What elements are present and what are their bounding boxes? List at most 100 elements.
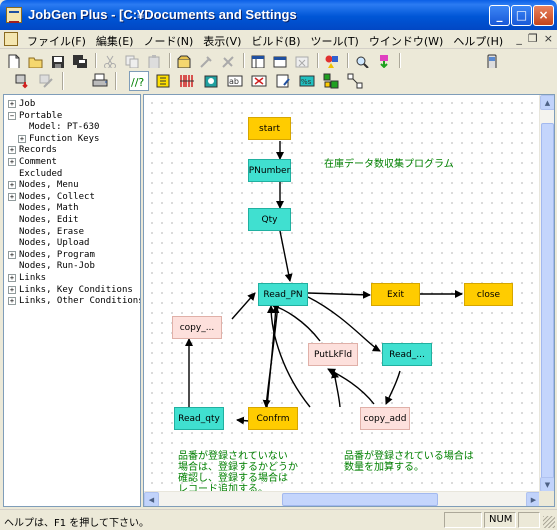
expand-icon[interactable]: + [8, 100, 16, 108]
tree-item-label: Nodes, Upload [19, 238, 90, 249]
tree-item[interactable]: Model: PT-630 [18, 121, 99, 133]
program-node-icon[interactable]: %s [297, 71, 317, 91]
tree-item[interactable]: + Links, Other Conditions [8, 295, 140, 307]
expand-icon[interactable]: + [8, 192, 16, 201]
menu-node-icon[interactable] [153, 71, 173, 91]
collect-node-icon[interactable] [177, 71, 197, 91]
expand-icon[interactable]: + [8, 274, 16, 282]
node-putlkfld[interactable]: PutLkFld [308, 343, 358, 366]
tree-item-label: Links [19, 273, 47, 283]
menu-item-7[interactable]: ヘルプ(H) [448, 33, 508, 49]
menu-item-3[interactable]: 表示(V) [198, 33, 246, 49]
tree-item-label: Nodes, Menu [19, 180, 79, 191]
tree-item-label: Comment [19, 157, 57, 167]
tree-item-label: Records [19, 145, 57, 156]
link-node-icon[interactable] [345, 71, 365, 91]
tree-item[interactable]: + Job [8, 98, 35, 110]
app-icon[interactable] [6, 7, 22, 23]
menu-item-1[interactable]: 編集(E) [91, 33, 139, 49]
maximize-button[interactable]: □ [511, 5, 532, 26]
tree-item[interactable]: + Links, Key Conditions [8, 284, 133, 296]
vertical-scrollbar[interactable]: ▲ ▼ [539, 95, 554, 492]
vertical-scroll-thumb[interactable] [541, 123, 554, 491]
menu-item-2[interactable]: ノード(N) [138, 33, 198, 49]
node-qty[interactable]: Qty [248, 208, 291, 231]
mdi-minimize-button[interactable]: _ [516, 32, 522, 45]
status-num: NUM [484, 512, 516, 528]
svg-text:%s: %s [301, 78, 312, 86]
expand-icon[interactable]: + [8, 158, 16, 166]
expand-icon[interactable]: + [8, 297, 16, 306]
tree-item-label: Portable [19, 110, 63, 121]
node-pnumber[interactable]: PNumber [248, 159, 291, 182]
tool-icon[interactable] [36, 71, 56, 91]
download-icon[interactable] [12, 71, 32, 91]
node-copy-add[interactable]: copy_add [360, 407, 410, 430]
tree-item[interactable]: Nodes, Edit [8, 214, 79, 226]
document-icon[interactable] [4, 32, 18, 46]
node-read-qty[interactable]: Read_qty [174, 407, 224, 430]
node-read-dots[interactable]: Read_... [382, 343, 432, 366]
expand-icon[interactable]: + [8, 285, 16, 294]
tree-item-label: Job [19, 99, 36, 109]
link-putlkfld-readpn-2 [271, 303, 321, 342]
tree-item[interactable]: − Portable [8, 110, 62, 122]
tree-item[interactable]: Nodes, Run-Job [8, 260, 95, 272]
link-readdots-copyadd [385, 370, 401, 405]
collapse-icon[interactable]: − [8, 111, 16, 120]
tree-item[interactable]: + Nodes, Collect [8, 191, 95, 203]
node-close[interactable]: close [464, 283, 513, 306]
condition-icon[interactable]: //? [129, 71, 149, 91]
tree-item[interactable]: + Function Keys [18, 133, 99, 145]
scroll-left-button[interactable]: ◀ [144, 492, 159, 506]
erase-node-icon[interactable] [249, 71, 269, 91]
scroll-corner [539, 491, 554, 506]
upload-node-icon[interactable] [273, 71, 293, 91]
node-exit[interactable]: Exit [371, 283, 420, 306]
node-copy[interactable]: copy_... [172, 316, 222, 339]
tree-item-label: Nodes, Edit [19, 215, 79, 225]
print-icon[interactable] [90, 71, 110, 91]
minimize-button[interactable]: _ [489, 5, 510, 26]
scroll-down-button[interactable]: ▼ [540, 477, 554, 492]
expand-icon[interactable]: + [8, 181, 16, 190]
tree-item[interactable]: Nodes, Math [8, 202, 79, 214]
runjob-node-icon[interactable] [321, 71, 341, 91]
mdi-restore-button[interactable]: ❐ [528, 32, 538, 45]
link-qty-readpn [279, 230, 293, 282]
scroll-up-button[interactable]: ▲ [540, 95, 554, 110]
tree-item[interactable]: + Links [8, 272, 46, 284]
link-readpn-exit [307, 290, 371, 299]
expand-icon[interactable]: + [18, 134, 26, 143]
resize-grip[interactable] [543, 516, 555, 528]
program-title-note: 在庫データ数収集プログラム [324, 159, 454, 170]
tree-item[interactable]: Nodes, Erase [8, 226, 84, 238]
expand-icon[interactable]: + [8, 250, 16, 259]
tree-item-label: Function Keys [29, 133, 100, 144]
tree-item[interactable]: + Nodes, Menu [8, 179, 79, 191]
expand-icon[interactable]: + [8, 146, 16, 155]
close-button[interactable]: × [533, 5, 554, 26]
job-tree[interactable]: + Job − Portable Model: PT-630 + Function Keys… [3, 94, 141, 507]
horizontal-scrollbar[interactable]: ◀ ▶ [144, 491, 541, 506]
mdi-close-button[interactable]: × [544, 32, 553, 45]
tree-item[interactable]: + Records [8, 144, 57, 156]
node-confrm[interactable]: Confrm [248, 407, 298, 430]
node-read-pn[interactable]: Read_PN [258, 283, 308, 306]
status-pane-1 [444, 512, 482, 528]
link-confrm-putlkfld [331, 370, 341, 408]
math-node-icon[interactable] [201, 71, 221, 91]
menu-item-5[interactable]: ツール(T) [306, 33, 364, 49]
menu-item-4[interactable]: ビルド(B) [246, 33, 305, 49]
tree-item[interactable]: Excluded [8, 168, 62, 180]
horizontal-scroll-thumb[interactable] [282, 493, 438, 506]
menu-item-0[interactable]: ファイル(F) [22, 33, 91, 49]
tree-item[interactable]: + Comment [8, 156, 57, 168]
node-start[interactable]: start [248, 117, 291, 140]
edit-node-icon[interactable]: ab [225, 71, 245, 91]
mdi-controls: _ ❐ × [516, 32, 553, 45]
tree-item[interactable]: Nodes, Upload [8, 237, 89, 249]
diagram-canvas[interactable]: start PNumber Qty Read_PN Exit close cop… [144, 95, 540, 495]
tree-item[interactable]: + Nodes, Program [8, 249, 95, 261]
menu-item-6[interactable]: ウインドウ(W) [364, 33, 448, 49]
